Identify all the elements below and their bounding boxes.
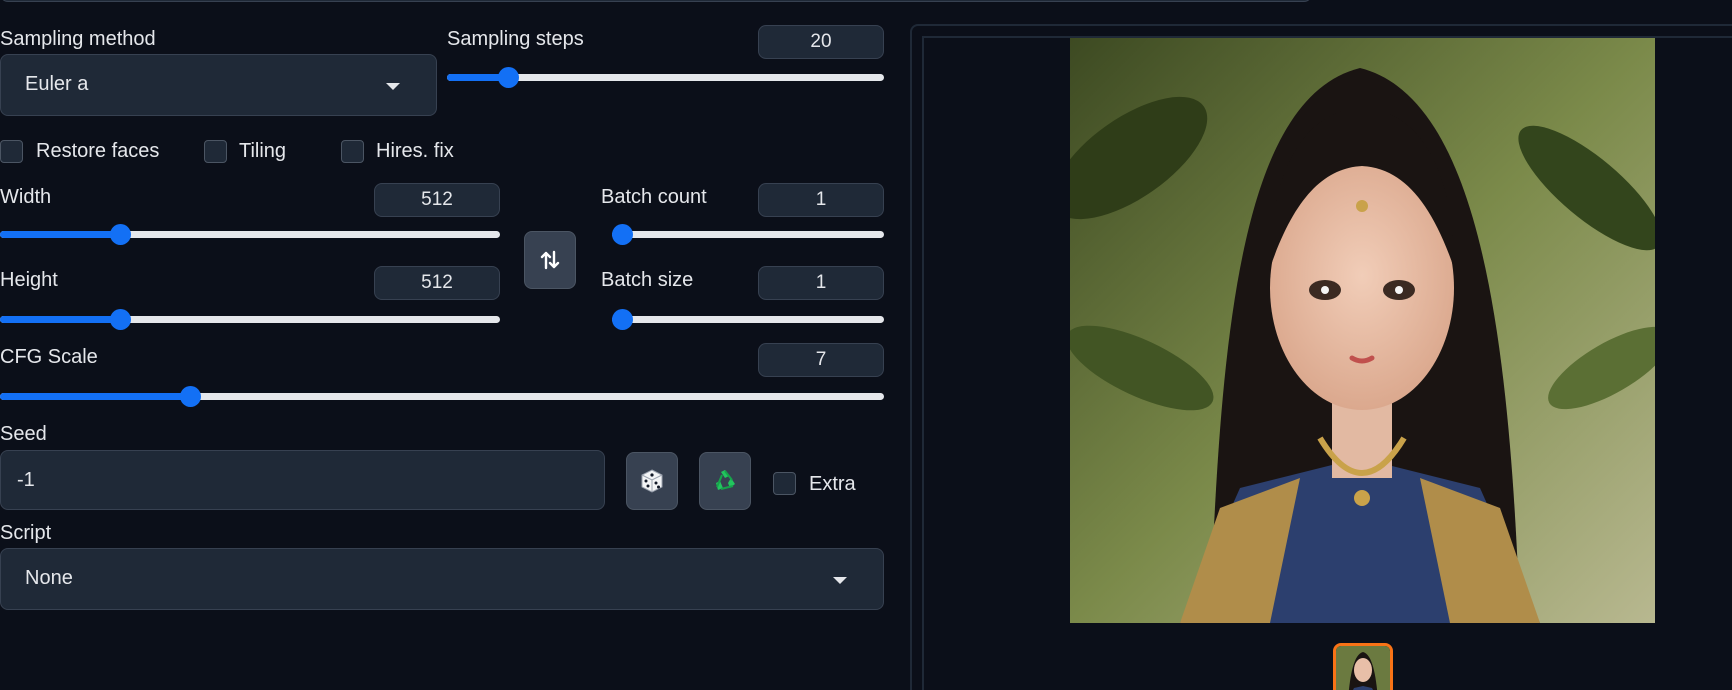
prompt-area-edge [0, 0, 1312, 2]
height-input[interactable]: 512 [374, 266, 500, 300]
seed-label: Seed [0, 423, 47, 445]
sampling-steps-slider[interactable] [447, 66, 884, 88]
batch-count-input[interactable]: 1 [758, 183, 884, 217]
cfg-scale-input[interactable]: 7 [758, 343, 884, 377]
width-label: Width [0, 186, 52, 208]
slider-track [612, 316, 884, 323]
reuse-seed-button[interactable] [699, 452, 751, 510]
sampling-method-label: Sampling method [0, 28, 156, 50]
recycle-icon [716, 470, 735, 490]
sampling-method-dropdown[interactable]: Euler a [0, 54, 437, 116]
slider-track [0, 316, 500, 323]
slider-thumb[interactable] [180, 386, 202, 407]
slider-track [0, 231, 500, 238]
slider-thumb[interactable] [498, 67, 520, 88]
gallery-thumbnail[interactable] [1333, 643, 1393, 690]
tiling-checkbox[interactable] [204, 140, 227, 163]
restore-faces-label: Restore faces [36, 140, 160, 162]
batch-size-slider[interactable] [612, 308, 884, 330]
width-input[interactable]: 512 [374, 183, 500, 217]
batch-count-label: Batch count [601, 186, 707, 208]
swap-vertical-icon [540, 250, 560, 270]
extra-label: Extra [809, 473, 856, 495]
swap-dimensions-button[interactable] [524, 231, 576, 289]
sampling-method-value: Euler a [25, 73, 89, 95]
dice-icon [641, 469, 663, 493]
height-slider[interactable] [0, 308, 500, 330]
tiling-label: Tiling [239, 140, 287, 162]
slider-thumb[interactable] [612, 224, 633, 245]
cfg-scale-slider[interactable] [0, 385, 884, 407]
random-seed-button[interactable] [626, 452, 678, 510]
slider-fill [0, 316, 120, 323]
slider-thumb[interactable] [612, 309, 633, 330]
height-label: Height [0, 269, 58, 291]
extra-checkbox[interactable] [773, 472, 796, 495]
batch-size-input[interactable]: 1 [758, 266, 884, 300]
sampling-steps-input[interactable]: 20 [758, 25, 884, 59]
batch-count-slider[interactable] [612, 223, 884, 245]
thumbnail-image [1336, 646, 1390, 690]
slider-track [612, 231, 884, 238]
sampling-steps-label: Sampling steps [447, 28, 584, 50]
chevron-down-icon [386, 83, 400, 90]
hires-fix-checkbox[interactable] [341, 140, 364, 163]
cfg-scale-label: CFG Scale [0, 346, 98, 368]
script-dropdown[interactable]: None [0, 548, 884, 610]
slider-fill [0, 231, 120, 238]
chevron-down-icon [833, 577, 847, 584]
slider-fill [0, 393, 191, 400]
generated-portrait-image [1070, 38, 1655, 623]
script-value: None [25, 567, 73, 589]
script-label: Script [0, 522, 52, 544]
hires-fix-label: Hires. fix [376, 140, 454, 162]
slider-track [0, 393, 884, 400]
restore-faces-checkbox[interactable] [0, 140, 23, 163]
slider-thumb[interactable] [110, 224, 131, 245]
slider-thumb[interactable] [110, 309, 131, 330]
generated-image[interactable] [1070, 38, 1655, 623]
batch-size-label: Batch size [601, 269, 694, 291]
seed-input[interactable]: -1 [0, 450, 605, 510]
width-slider[interactable] [0, 223, 500, 245]
